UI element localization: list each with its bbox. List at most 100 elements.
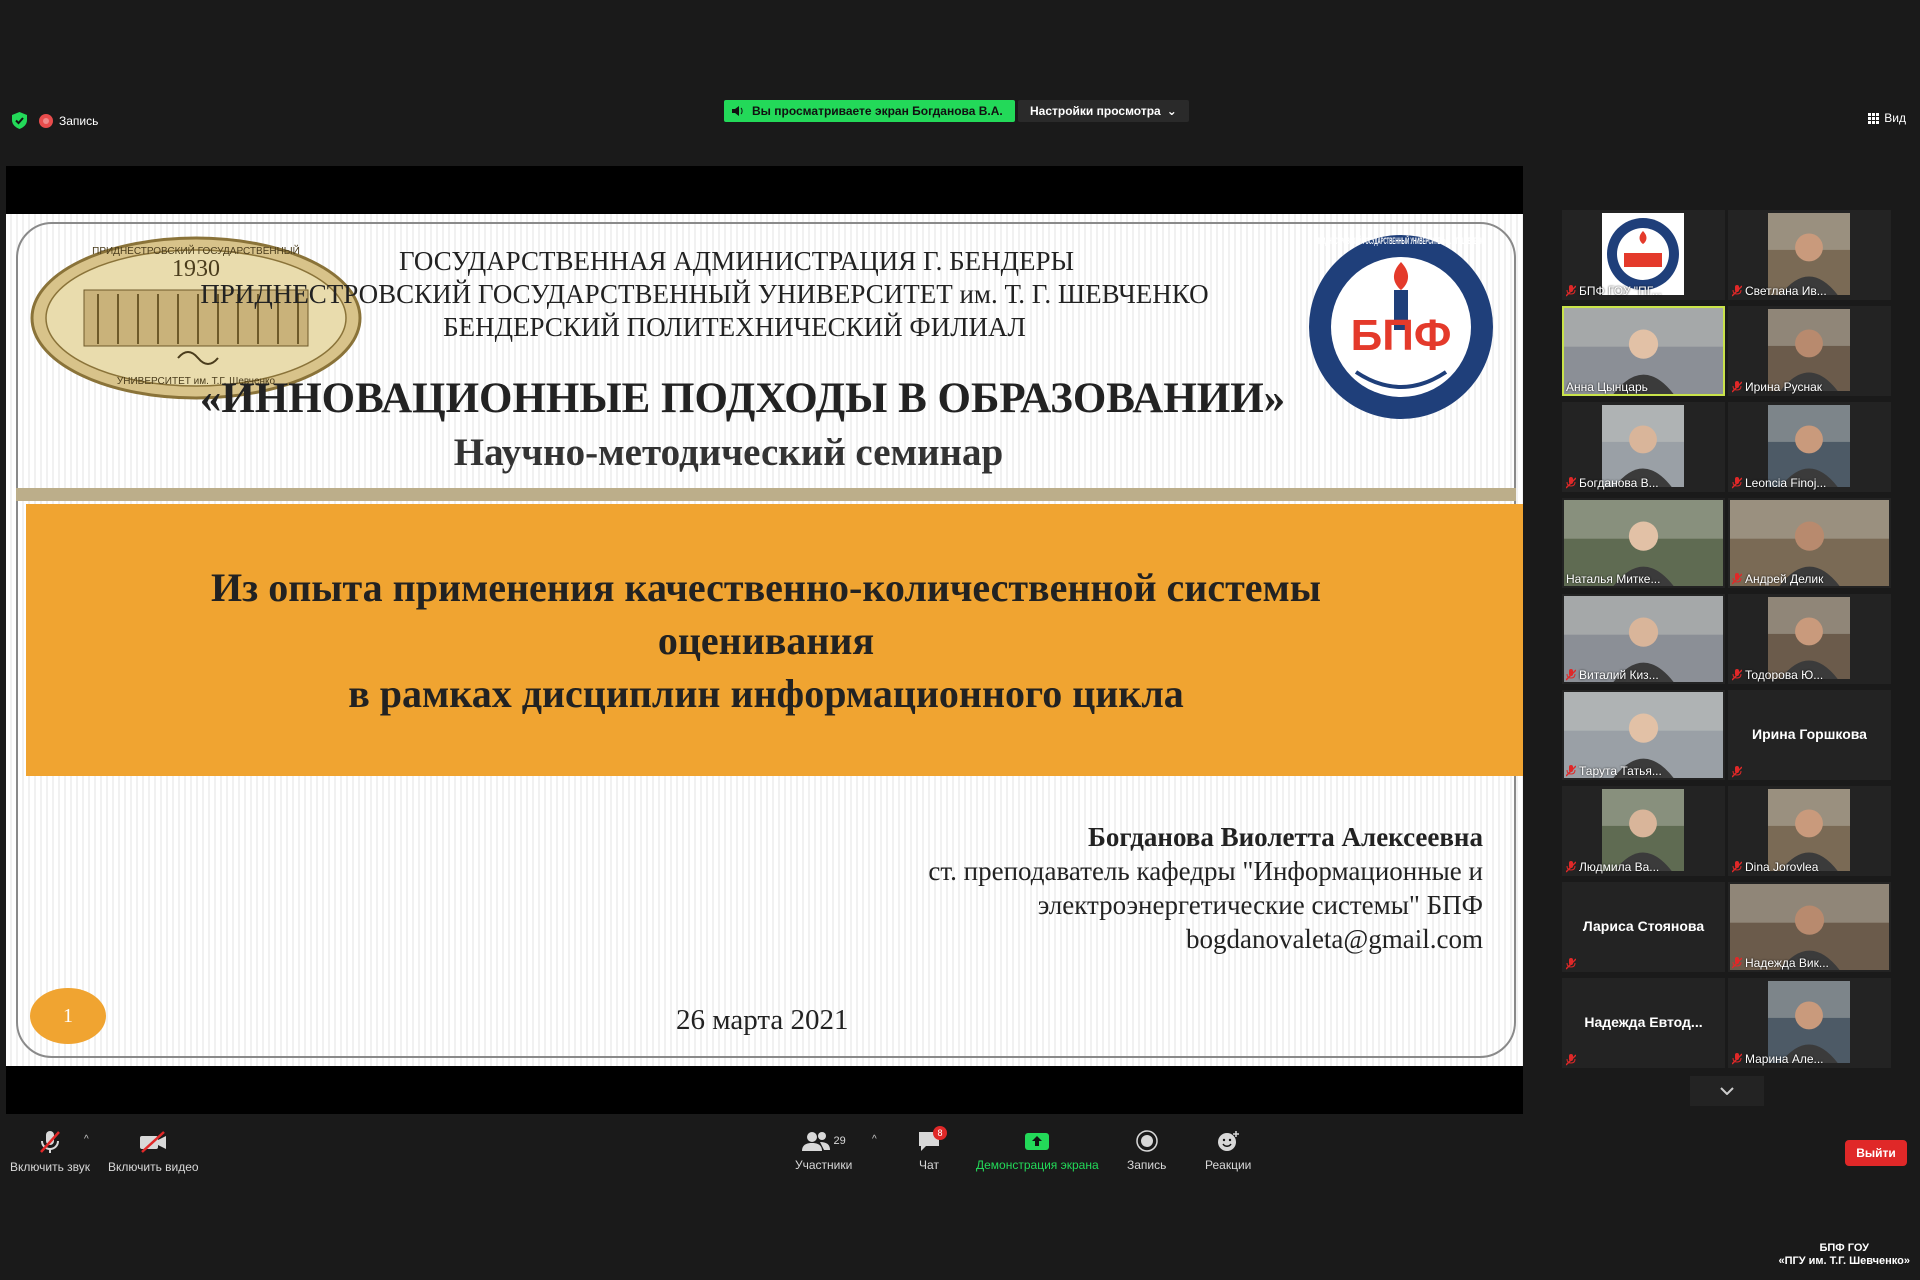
- participant-label: Тодорова Ю...: [1732, 668, 1823, 682]
- start-video-button[interactable]: Включить видео: [108, 1130, 199, 1174]
- record-status-label: Запись: [59, 113, 99, 128]
- participant-tile[interactable]: Богданова В...: [1562, 402, 1725, 492]
- chat-button[interactable]: 8 Чат: [917, 1126, 947, 1172]
- presentation-slide: 1930 ПРИДНЕСТРОВСКИЙ ГОСУДАРСТВЕННЫЙ УНИ…: [6, 214, 1523, 1066]
- participant-name: БПФ ГОУ "ПГ...: [1579, 284, 1662, 298]
- screen-share-banner: Вы просматриваете экран Богданова В.А.: [724, 100, 1015, 122]
- participant-name: Людмила Ва...: [1579, 860, 1660, 874]
- participant-tile[interactable]: Тодорова Ю...: [1728, 594, 1891, 684]
- record-icon: [1135, 1130, 1158, 1152]
- participant-video: [1602, 789, 1684, 871]
- participant-tile[interactable]: Dina Jorovlea: [1728, 786, 1891, 876]
- participant-name-large: Ирина Горшкова: [1752, 726, 1867, 742]
- participant-tile[interactable]: Лариса Стоянова: [1562, 882, 1725, 972]
- mic-muted-icon: [1732, 1053, 1742, 1065]
- participant-name: Dina Jorovlea: [1745, 860, 1819, 874]
- participant-tile[interactable]: Андрей Делик: [1728, 498, 1891, 588]
- mic-muted-icon: [1732, 477, 1742, 489]
- mic-muted-icon: [1732, 381, 1742, 393]
- participant-name: Андрей Делик: [1745, 572, 1824, 586]
- participant-tile[interactable]: Надежда Вик...: [1728, 882, 1891, 972]
- participant-tile[interactable]: Надежда Евтод...: [1562, 978, 1725, 1068]
- participant-tile[interactable]: Марина Але...: [1728, 978, 1891, 1068]
- view-label: Вид: [1884, 111, 1906, 125]
- share-screen-button[interactable]: Демонстрация экрана: [976, 1130, 1099, 1172]
- logo-ring-text: ПРИДНЕСТРОВСКИЙ ГОСУДАРСТВЕННЫЙ УНИВЕРСИ…: [1316, 235, 1486, 246]
- record-button[interactable]: Запись: [1127, 1130, 1166, 1172]
- view-options-button[interactable]: Настройки просмотра ⌄: [1018, 100, 1189, 122]
- participant-tile[interactable]: Leoncia Finoj...: [1728, 402, 1891, 492]
- participant-name: Богданова В...: [1579, 476, 1659, 490]
- watermark-line-1: БПФ ГОУ: [1819, 1242, 1869, 1254]
- organization-watermark: БПФ ГОУ «ПГУ им. Т.Г. Шевченко»: [1778, 1242, 1910, 1268]
- participant-video: [1768, 597, 1850, 679]
- header-line-2: ПРИДНЕСТРОВСКИЙ ГОСУДАРСТВЕННЫЙ УНИВЕРСИ…: [200, 279, 1209, 309]
- view-options-label: Настройки просмотра: [1030, 104, 1161, 118]
- participants-button[interactable]: 29 Участники: [795, 1130, 852, 1172]
- participant-label: Ирина Руснак: [1732, 380, 1822, 394]
- view-button[interactable]: Вид: [1868, 111, 1906, 125]
- topic-line-3: в рамках дисциплин информационного цикла: [348, 670, 1184, 716]
- header-line-3: БЕНДЕРСКИЙ ПОЛИТЕХНИЧЕСКИЙ ФИЛИАЛ: [443, 312, 1026, 342]
- audio-options-caret[interactable]: ^: [84, 1134, 89, 1145]
- participant-name: Leoncia Finoj...: [1745, 476, 1827, 490]
- participants-label: Участники: [795, 1158, 853, 1172]
- share-banner-text: Вы просматриваете экран Богданова В.А.: [752, 104, 1003, 118]
- participant-name: Марина Але...: [1745, 1052, 1824, 1066]
- record-dot-icon: [39, 113, 53, 128]
- shield-icon[interactable]: [12, 112, 27, 129]
- mic-muted-icon: [1732, 573, 1742, 585]
- participant-label: Надежда Вик...: [1732, 956, 1829, 970]
- participant-tile[interactable]: БПФ ГОУ "ПГ...: [1562, 210, 1725, 300]
- slide-subtitle: Научно-методический семинар: [453, 431, 1004, 474]
- mic-muted-icon: [1566, 285, 1576, 297]
- gallery-scroll-down-button[interactable]: [1690, 1076, 1764, 1106]
- participant-label: Светлана Ив...: [1732, 284, 1827, 298]
- participant-label: Leoncia Finoj...: [1732, 476, 1826, 490]
- smiley-icon: [1218, 1131, 1240, 1151]
- participant-video: [1768, 789, 1850, 871]
- participant-label: Наталья Митке...: [1566, 572, 1660, 586]
- mic-muted-icon: [1566, 958, 1576, 970]
- participant-label: Тарута Татья...: [1566, 764, 1662, 778]
- participant-tile[interactable]: Ирина Горшкова: [1728, 690, 1891, 780]
- leave-button[interactable]: Выйти: [1845, 1140, 1907, 1166]
- record-label: Запись: [1127, 1158, 1167, 1172]
- mic-muted-icon: [40, 1131, 60, 1153]
- share-screen-label: Демонстрация экрана: [976, 1158, 1099, 1172]
- unmute-button[interactable]: Включить звук: [10, 1130, 90, 1174]
- participant-tile[interactable]: Виталий Киз...: [1562, 594, 1725, 684]
- author-block: Богданова Виолетта Алексеевна ст. препод…: [928, 820, 1483, 956]
- participant-tile[interactable]: Светлана Ив...: [1728, 210, 1891, 300]
- participant-video: [1602, 405, 1684, 487]
- participants-options-caret[interactable]: ^: [872, 1134, 877, 1145]
- participant-label: [1732, 766, 1742, 778]
- participant-tile[interactable]: Наталья Митке...: [1562, 498, 1725, 588]
- slide-number: 1: [30, 988, 106, 1044]
- author-name: Богданова Виолетта Алексеевна: [1087, 822, 1483, 852]
- participant-label: Марина Але...: [1732, 1052, 1824, 1066]
- mic-muted-icon: [1732, 285, 1742, 297]
- reactions-label: Реакции: [1205, 1158, 1252, 1172]
- reactions-button[interactable]: Реакции: [1205, 1130, 1251, 1172]
- header-line-1: ГОСУДАРСТВЕННАЯ АДМИНИСТРАЦИЯ Г. БЕНДЕРЫ: [398, 246, 1075, 276]
- participant-tile[interactable]: Тарута Татья...: [1562, 690, 1725, 780]
- participant-video: [1768, 309, 1850, 391]
- participant-video: [1768, 405, 1850, 487]
- participant-tile[interactable]: Ирина Руснак: [1728, 306, 1891, 396]
- shared-screen[interactable]: 1930 ПРИДНЕСТРОВСКИЙ ГОСУДАРСТВЕННЫЙ УНИ…: [6, 166, 1523, 1114]
- participant-label: Богданова В...: [1566, 476, 1659, 490]
- author-email: bogdanovaleta@gmail.com: [1185, 924, 1483, 954]
- chevron-down-icon: ⌄: [1166, 104, 1177, 118]
- participant-tile[interactable]: Людмила Ва...: [1562, 786, 1725, 876]
- video-muted-icon: [140, 1131, 167, 1153]
- participant-name: Тарута Татья...: [1579, 764, 1662, 778]
- recording-indicator[interactable]: Запись: [39, 113, 99, 128]
- watermark-line-2: «ПГУ им. Т.Г. Шевченко»: [1778, 1255, 1910, 1267]
- topic-line-1: Из опыта применения качественно-количест…: [211, 564, 1321, 610]
- mic-muted-icon: [1732, 766, 1742, 778]
- participant-tile[interactable]: Анна Цынцарь: [1562, 306, 1725, 396]
- participant-label: [1566, 958, 1576, 970]
- speaker-icon: [732, 106, 743, 116]
- mic-muted-icon: [1566, 669, 1576, 681]
